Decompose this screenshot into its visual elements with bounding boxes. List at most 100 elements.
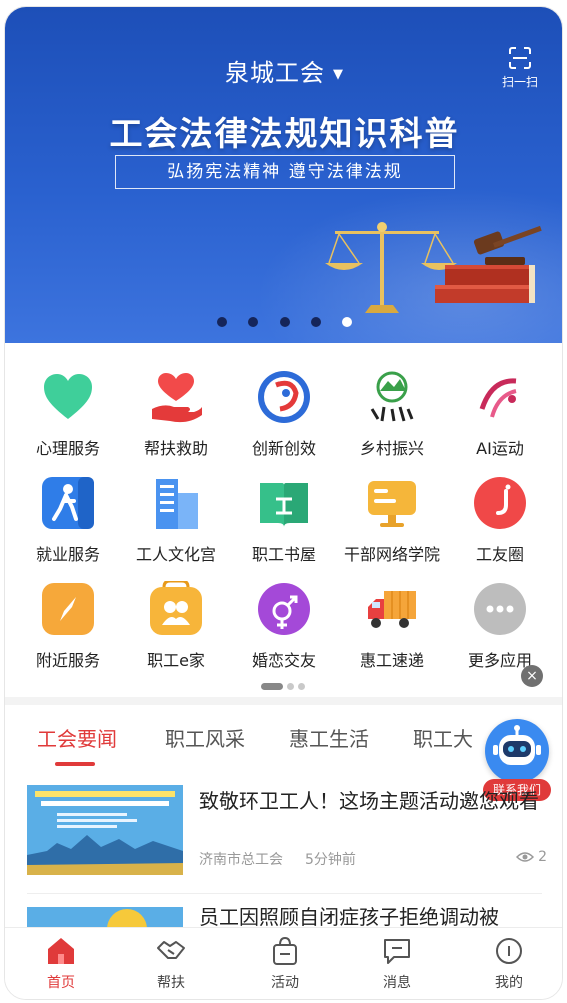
nav-label: 我的 [495,975,523,991]
home-icon [46,936,76,966]
app-label: 帮扶救助 [143,439,208,458]
carousel-dot[interactable] [279,317,290,327]
app-workers-culture-palace[interactable]: 工人文化宫 [121,475,231,565]
compass-icon [40,581,96,637]
close-icon[interactable]: × [521,665,543,687]
scan-label: 扫一扫 [501,75,538,89]
handshake-icon [156,936,186,966]
profile-icon [494,936,524,966]
page-dot [287,683,294,690]
news-views: 2 [516,849,547,867]
app-label: 工人文化宫 [135,545,216,564]
rural-revitalization-icon [364,369,420,425]
scan-button[interactable]: 扫一扫 [496,47,544,90]
news-headline: 致敬环卫工人！这场主题活动邀您观看 [199,789,539,813]
caret-down-icon: ▼ [333,67,344,82]
app-nearby-service[interactable]: 附近服务 [13,581,123,671]
phone-screen: 泉城工会 ▼ 扫一扫 工会法律法规知识科普 弘扬宪法精神 遵守法律法规 心理服务… [4,6,563,1000]
nav-label: 消息 [383,975,411,991]
app-label: 心理服务 [35,439,100,458]
tab-staff-style[interactable]: 职工风采 [165,723,245,752]
bottom-nav: 首页 帮扶 活动 消息 我的 [5,927,562,999]
more-icon [472,581,528,637]
news-tabs: 工会要闻 职工风采 惠工生活 职工大 [5,719,562,766]
app-innovation[interactable]: 创新创效 [229,369,339,459]
tab-benefit-life[interactable]: 惠工生活 [289,723,369,752]
grid-page-indicator[interactable] [261,675,309,694]
news-item[interactable]: 致敬环卫工人！这场主题活动邀您观看 济南市总工会 5分钟前 2 [27,785,547,877]
org-selector[interactable]: 泉城工会 ▼ [5,53,562,88]
news-thumbnail [27,907,183,927]
banner-subtitle: 弘扬宪法精神 遵守法律法规 [115,155,455,189]
chat-bubble-icon [472,475,528,531]
carousel-indicator[interactable] [5,312,562,331]
innovation-logo-icon [256,369,312,425]
gift-bag-icon [270,936,300,966]
app-label: 婚恋交友 [251,651,316,670]
news-thumbnail [27,785,183,875]
app-aid-relief[interactable]: 帮扶救助 [121,369,231,459]
buildings-icon [148,475,204,531]
scan-icon [509,47,531,69]
monitor-icon [364,475,420,531]
nav-label: 帮扶 [157,975,185,991]
active-tab-underline [55,762,95,766]
nav-label: 活动 [271,975,299,991]
page-dot-active [261,683,283,690]
nav-activities[interactable]: 活动 [245,936,325,992]
carousel-dot-active[interactable] [341,317,352,327]
page-dot [298,683,305,690]
robot-icon [485,719,549,783]
app-staff-e-home[interactable]: 职工e家 [121,579,231,671]
tab-union-news[interactable]: 工会要闻 [37,723,117,752]
app-psych-service[interactable]: 心理服务 [13,369,123,459]
app-label: 创新创效 [251,439,316,458]
message-icon [382,936,412,966]
app-label: 工友圈 [475,545,524,564]
carousel-dot[interactable] [310,317,321,327]
news-source: 济南市总工会 [199,852,283,868]
app-label: 附近服务 [35,651,100,670]
views-count: 2 [538,849,547,865]
app-workmates-circle[interactable]: 工友圈 [445,475,555,565]
app-more[interactable]: 更多应用 [445,581,555,671]
delivery-truck-icon [364,581,420,637]
heart-icon [40,369,96,425]
carousel-dot[interactable] [248,317,259,327]
app-label: 职工e家 [147,651,205,670]
app-cadre-online-academy[interactable]: 干部网络学院 [337,475,447,565]
nav-label: 首页 [47,975,75,991]
app-ai-sport[interactable]: AI运动 [445,369,555,459]
nav-messages[interactable]: 消息 [357,936,437,992]
walking-person-icon [40,475,96,531]
app-rural-revitalization[interactable]: 乡村振兴 [337,369,447,459]
news-item[interactable]: 员工因照顾自闭症孩子拒绝调动被 [27,905,547,929]
app-label: 就业服务 [35,545,100,564]
app-label: 职工书屋 [251,545,316,564]
hand-heart-icon [148,369,204,425]
family-icon [148,579,204,637]
hero-banner[interactable]: 泉城工会 ▼ 扫一扫 工会法律法规知识科普 弘扬宪法精神 遵守法律法规 [5,7,562,343]
banner-title: 工会法律法规知识科普 [109,114,460,153]
app-staff-library[interactable]: 职工书屋 [229,475,339,565]
app-label: 干部网络学院 [343,545,440,564]
book-icon [256,475,312,531]
news-time: 5分钟前 [305,852,356,868]
app-label: AI运动 [476,439,524,458]
carousel-dot[interactable] [217,317,228,327]
app-benefit-express[interactable]: 惠工速递 [337,581,447,671]
section-divider [5,697,562,705]
nav-aid[interactable]: 帮扶 [131,936,211,992]
org-name: 泉城工会 [225,59,325,87]
news-divider [27,893,542,894]
app-label: 乡村振兴 [359,439,424,458]
tab-staff-more[interactable]: 职工大 [413,723,473,752]
app-label: 惠工速递 [359,651,424,670]
news-meta: 济南市总工会 5分钟前 [199,849,356,869]
ai-sport-icon [472,369,528,425]
app-employment[interactable]: 就业服务 [13,475,123,565]
gender-icon [256,581,312,637]
nav-home[interactable]: 首页 [21,936,101,992]
app-dating[interactable]: 婚恋交友 [229,581,339,671]
nav-profile[interactable]: 我的 [469,936,549,992]
